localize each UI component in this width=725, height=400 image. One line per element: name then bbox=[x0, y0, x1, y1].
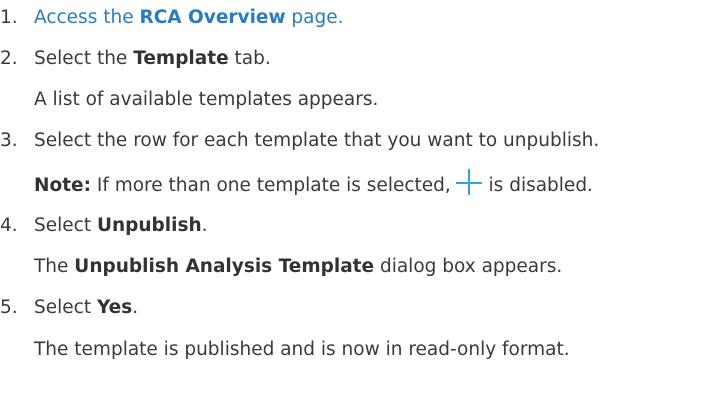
step-number: 1. bbox=[0, 7, 18, 28]
yes-label: Yes bbox=[96, 297, 133, 318]
step-5: 5. Select Yes. bbox=[0, 296, 138, 320]
step-4-result: The Unpublish Analysis Template dialog b… bbox=[34, 256, 563, 277]
dialog-title: Unpublish Analysis Template bbox=[74, 256, 375, 277]
step-text: Select Unpublish. bbox=[34, 215, 208, 236]
note-label: Note: bbox=[34, 175, 91, 196]
step-4: 4. Select Unpublish. bbox=[0, 214, 208, 238]
rca-overview-link[interactable]: Access the RCA Overview page. bbox=[34, 7, 344, 28]
unpublish-label: Unpublish bbox=[96, 215, 202, 236]
template-tab-label: Template bbox=[133, 48, 229, 69]
step-number: 2. bbox=[0, 48, 18, 69]
step-5-result: The template is published and is now in … bbox=[34, 339, 570, 360]
note: Note: If more than one template is selec… bbox=[34, 169, 593, 196]
step-1: 1. Access the RCA Overview page. bbox=[0, 6, 344, 30]
plus-icon bbox=[455, 169, 482, 195]
step-number: 4. bbox=[0, 215, 18, 236]
step-3: 3. Select the row for each template that … bbox=[0, 129, 599, 153]
step-text: Select the row for each template that yo… bbox=[34, 130, 600, 151]
step-2-result: A list of available templates appears. bbox=[34, 89, 379, 110]
step-2: 2. Select the Template tab. bbox=[0, 47, 271, 71]
step-text: Select Yes. bbox=[34, 297, 139, 318]
step-text: Select the Template tab. bbox=[34, 48, 271, 69]
step-number: 3. bbox=[0, 130, 18, 151]
step-number: 5. bbox=[0, 297, 18, 318]
